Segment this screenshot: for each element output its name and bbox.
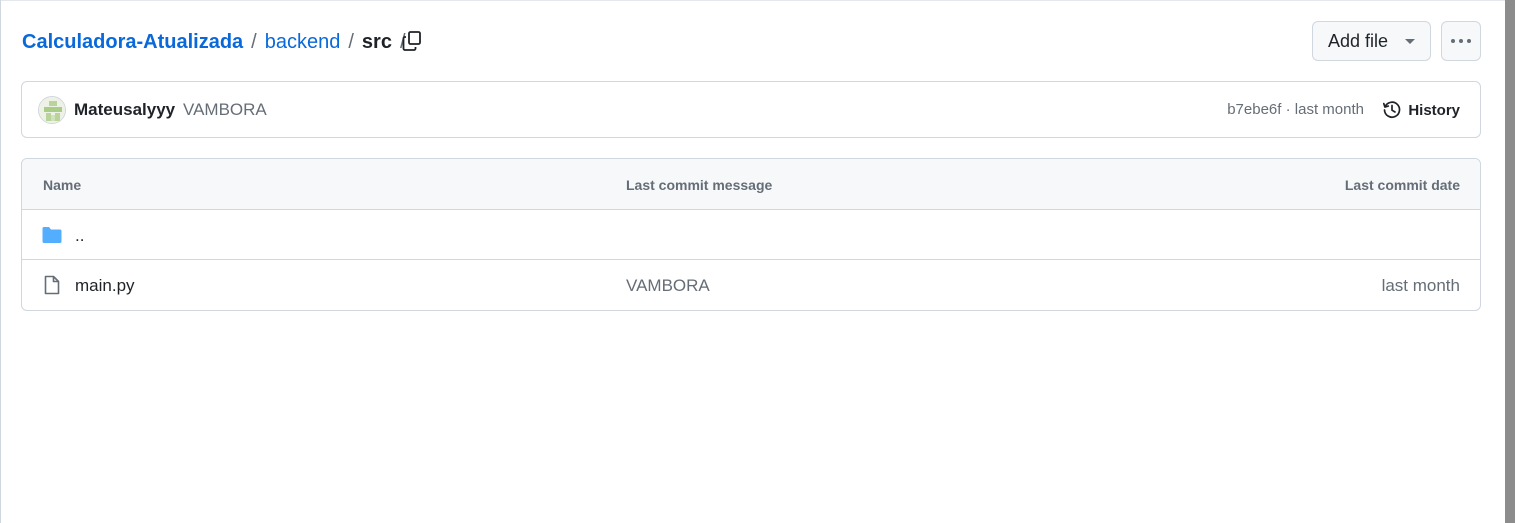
table-row-file[interactable]: main.py VAMBORA last month bbox=[22, 260, 1480, 310]
column-header-name: Name bbox=[43, 177, 82, 193]
commit-message[interactable]: VAMBORA bbox=[183, 100, 267, 120]
kebab-horizontal-icon bbox=[1451, 39, 1471, 43]
commit-time: last month bbox=[1294, 101, 1364, 118]
breadcrumb-separator: / bbox=[251, 30, 257, 53]
window-top-border bbox=[0, 0, 1505, 1]
avatar[interactable] bbox=[38, 96, 66, 124]
column-header-last-commit-message: Last commit message bbox=[626, 177, 773, 193]
file-icon bbox=[44, 275, 60, 295]
file-commit-message[interactable]: VAMBORA bbox=[626, 276, 710, 296]
history-label: History bbox=[1408, 101, 1460, 119]
latest-commit-box: Mateusalyyy VAMBORA b7ebe6f · last month… bbox=[21, 81, 1481, 138]
table-row-parent-directory[interactable]: .. bbox=[22, 210, 1480, 260]
file-name[interactable]: .. bbox=[75, 226, 84, 246]
copy-path-button[interactable] bbox=[399, 28, 425, 54]
file-table: Name Last commit message Last commit dat… bbox=[21, 158, 1481, 311]
commit-meta: b7ebe6f · last month bbox=[1227, 101, 1364, 118]
table-header: Name Last commit message Last commit dat… bbox=[22, 159, 1480, 210]
breadcrumb-separator: / bbox=[348, 30, 354, 53]
history-icon bbox=[1383, 101, 1401, 119]
commit-author[interactable]: Mateusalyyy bbox=[74, 100, 175, 120]
commit-meta-separator: · bbox=[1285, 101, 1291, 118]
file-commit-date: last month bbox=[1381, 276, 1460, 295]
chevron-down-icon bbox=[1405, 39, 1415, 44]
column-header-last-commit-date: Last commit date bbox=[1344, 177, 1460, 193]
add-file-button[interactable]: Add file bbox=[1312, 21, 1431, 61]
copy-icon bbox=[402, 31, 421, 51]
file-name[interactable]: main.py bbox=[75, 276, 135, 296]
add-file-label: Add file bbox=[1328, 30, 1389, 51]
folder-icon bbox=[42, 227, 62, 243]
history-button[interactable]: History bbox=[1382, 97, 1460, 123]
more-options-button[interactable] bbox=[1441, 21, 1481, 61]
window-left-border bbox=[0, 0, 1, 523]
breadcrumb-folder-link[interactable]: backend bbox=[265, 31, 341, 54]
breadcrumb-current: src bbox=[361, 30, 392, 53]
breadcrumb: Calculadora-Atualizada / backend / src / bbox=[22, 29, 414, 55]
avatar-identicon bbox=[39, 97, 65, 123]
commit-sha[interactable]: b7ebe6f bbox=[1227, 101, 1281, 118]
scrollbar[interactable] bbox=[1505, 0, 1515, 523]
breadcrumb-repo-link[interactable]: Calculadora-Atualizada bbox=[22, 31, 243, 54]
